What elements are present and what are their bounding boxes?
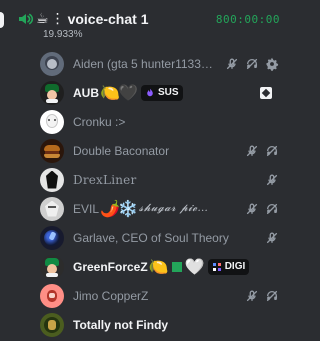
member-name: GreenForceZ xyxy=(73,259,148,274)
member-name: Double Baconator xyxy=(73,143,170,158)
member-row[interactable]: GreenForceZ 🍋 🤍 DIGI xyxy=(40,252,280,281)
muted-mic-icon xyxy=(244,143,260,159)
avatar xyxy=(40,225,64,250)
channel-name: voice-chat 1 xyxy=(67,11,149,27)
voice-channel-header[interactable]: ☕ ⋮ voice-chat 1 800:00:00 xyxy=(16,8,280,30)
member-row[interactable]: DrexLiner xyxy=(40,165,280,194)
member-fancy-suffix: 𝓼𝓱𝓾𝓰𝓪𝓻 𝓹𝓲𝓮… xyxy=(139,202,209,214)
member-name: Jimo CopperZ xyxy=(73,288,149,303)
member-name: DrexLiner xyxy=(73,172,137,187)
deafened-icon xyxy=(264,288,280,304)
guild-tag: DIGI xyxy=(207,258,250,275)
member-name: Totally not Findy xyxy=(73,317,169,332)
deafened-icon xyxy=(264,201,280,217)
snowflake-icon: ❄️ xyxy=(118,199,138,218)
settings-gear-icon xyxy=(264,56,280,72)
speaker-icon xyxy=(16,10,34,28)
avatar xyxy=(40,80,64,105)
member-row[interactable]: Garlave, CEO of Soul Theory xyxy=(40,223,280,252)
member-status-icons xyxy=(244,288,280,304)
avatar xyxy=(40,138,64,163)
channel-subtitle: 19.933% xyxy=(43,29,83,40)
avatar xyxy=(40,312,64,337)
member-row[interactable]: AUB 🍋 🖤 SUS xyxy=(40,78,280,107)
member-status-icons xyxy=(224,56,280,72)
lemon-emoji-icon: 🍋 xyxy=(100,83,120,102)
avatar xyxy=(40,196,64,221)
avatar xyxy=(40,254,64,279)
more-vertical-icon[interactable]: ⋮ xyxy=(51,12,65,26)
green-square-icon xyxy=(170,260,184,274)
member-row[interactable]: EVIL 🌶️ ❄️ 𝓼𝓱𝓾𝓰𝓪𝓻 𝓹𝓲𝓮… xyxy=(40,194,280,223)
muted-mic-icon xyxy=(244,288,260,304)
guild-tag-label: SUS xyxy=(158,86,179,98)
voice-timer: 800:00:00 xyxy=(215,12,280,26)
member-status-icons xyxy=(264,172,280,188)
chili-pepper-icon: 🌶️ xyxy=(100,199,120,218)
channel-active-indicator xyxy=(0,12,4,28)
member-name: AUB xyxy=(73,85,99,100)
avatar xyxy=(40,51,64,76)
muted-mic-icon xyxy=(264,230,280,246)
lemon-emoji-icon: 🍋 xyxy=(148,257,169,276)
avatar xyxy=(40,283,64,308)
avatar xyxy=(40,167,64,192)
member-row[interactable]: Double Baconator xyxy=(40,136,280,165)
member-row[interactable]: Cronku :> xyxy=(40,107,280,136)
game-icon xyxy=(260,86,272,99)
avatar xyxy=(40,109,64,134)
member-status-icons xyxy=(244,201,280,217)
black-heart-icon: 🖤 xyxy=(118,83,138,102)
member-name: Garlave, CEO of Soul Theory xyxy=(73,230,229,245)
member-row[interactable]: Aiden (gta 5 hunter1133… xyxy=(40,49,280,78)
member-row[interactable]: Totally not Findy xyxy=(40,310,280,339)
member-name: EVIL xyxy=(73,201,100,216)
member-name: Aiden (gta 5 hunter1133… xyxy=(73,56,213,71)
deafened-icon xyxy=(244,56,260,72)
guild-tag: SUS xyxy=(141,84,183,101)
member-status-icons xyxy=(264,230,280,246)
muted-mic-icon xyxy=(264,172,280,188)
pixel-badge-icon xyxy=(212,262,222,272)
coffee-icon: ☕ xyxy=(36,11,49,27)
white-heart-icon: 🤍 xyxy=(184,257,205,276)
muted-mic-icon xyxy=(244,201,260,217)
muted-mic-icon xyxy=(224,56,240,72)
voice-member-list: Aiden (gta 5 hunter1133… AUB 🍋 🖤 SUS Cro… xyxy=(40,49,280,339)
member-name: Cronku :> xyxy=(73,114,126,129)
member-row[interactable]: Jimo CopperZ xyxy=(40,281,280,310)
member-status-icons xyxy=(244,143,280,159)
guild-tag-label: DIGI xyxy=(224,260,246,272)
purple-flame-icon xyxy=(145,88,155,98)
deafened-icon xyxy=(264,143,280,159)
